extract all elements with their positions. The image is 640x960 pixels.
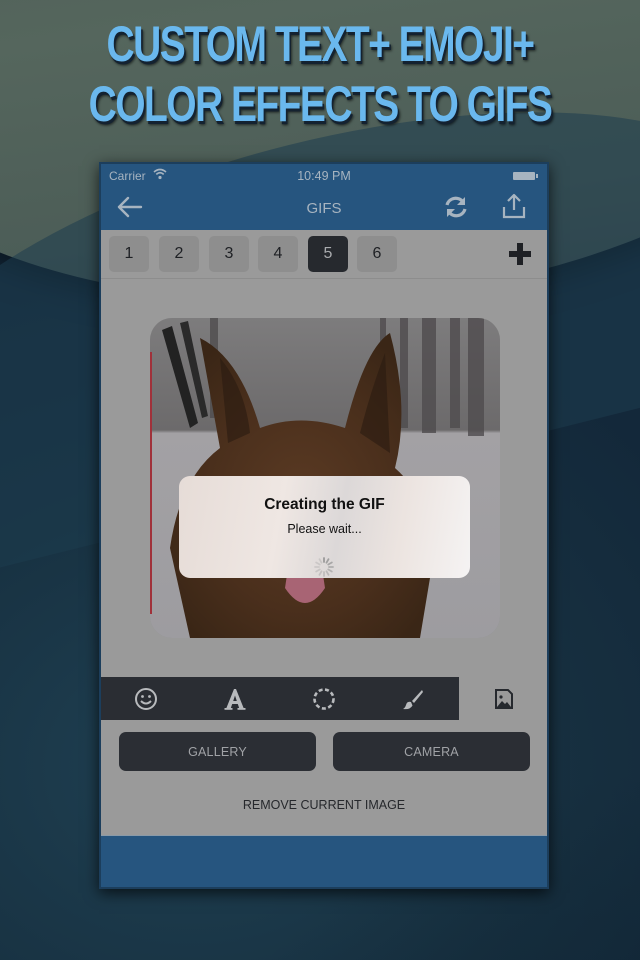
bottom-bar [101,835,547,887]
frame-tab-5[interactable]: 5 [308,236,348,272]
tool-text[interactable] [212,677,258,720]
dashed-circle-icon [313,687,335,710]
frame-tab-label: 4 [273,245,283,262]
frame-tab-label: 2 [174,245,184,262]
phone-screen: Carrier 10:49 PM GIFS 1 2 3 4 5 6 Creati… [99,162,549,889]
edit-toolbar [101,677,547,720]
gallery-button[interactable]: GALLERY [119,732,316,771]
camera-button[interactable]: CAMERA [333,732,530,771]
tool-image[interactable] [481,677,527,720]
promo-headline-line-2: COLOR EFFECTS TO GIFS [88,76,553,132]
navigation-bar: Carrier 10:49 PM GIFS [101,164,547,230]
refresh-icon [445,196,467,218]
tool-emoji[interactable] [123,677,169,720]
nav-title: GIFS [306,200,342,217]
tool-brush[interactable] [390,677,436,720]
share-upload-icon [502,193,526,219]
promo-headline: CUSTOM TEXT+ EMOJI+ COLOR EFFECTS TO GIF… [70,14,569,134]
refresh-button[interactable] [443,194,469,220]
image-icon [495,688,513,709]
frame-tab-label: 5 [323,245,333,262]
frame-tab-6[interactable]: 6 [357,236,397,272]
frame-tabs: 1 2 3 4 5 6 [101,234,547,274]
plus-icon[interactable] [509,243,531,265]
alert-message: Please wait... [287,522,362,536]
frame-tab-4[interactable]: 4 [258,236,298,272]
progress-alert: Creating the GIF Please wait... [179,476,470,578]
frame-tab-label: 3 [224,245,234,262]
frame-tab-2[interactable]: 2 [159,236,199,272]
promo-headline-line-1: CUSTOM TEXT+ EMOJI+ [106,16,535,72]
share-button[interactable] [501,192,527,220]
camera-button-label: CAMERA [404,744,459,759]
alert-title: Creating the GIF [264,496,385,513]
frame-tab-3[interactable]: 3 [209,236,249,272]
smiley-icon [135,687,157,710]
nav-row: GIFS [101,188,547,228]
battery-icon [513,172,538,180]
activity-spinner-icon [313,556,335,578]
gallery-button-label: GALLERY [188,744,247,759]
status-time: 10:49 PM [297,169,351,183]
remove-current-image-button[interactable]: REMOVE CURRENT IMAGE [101,798,547,812]
tool-shape[interactable] [301,677,347,720]
divider [101,278,547,279]
text-a-icon [224,688,246,710]
frame-tab-label: 1 [124,245,134,262]
frame-tab-1[interactable]: 1 [109,236,149,272]
status-bar: Carrier 10:49 PM [101,168,547,184]
frame-tab-label: 6 [372,245,382,262]
brush-icon [403,689,423,709]
selection-edge [150,352,152,614]
